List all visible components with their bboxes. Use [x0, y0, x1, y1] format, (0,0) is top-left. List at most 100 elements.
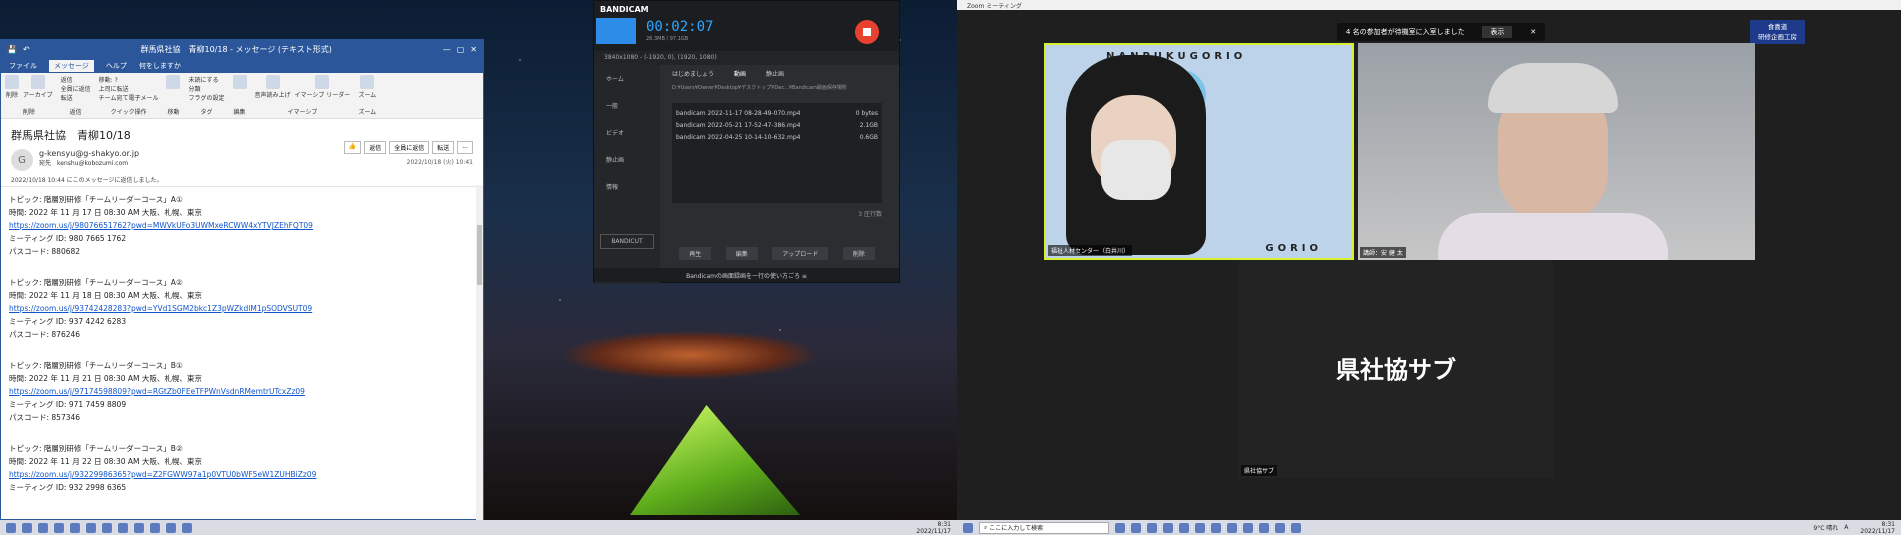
- ime-indicator[interactable]: A: [1844, 524, 1848, 531]
- zoom-meeting-window: Zoom ミーティング 4 名の参加者が待機室に入室しました 表示 ✕ 食喜道 …: [957, 0, 1901, 535]
- start-icon[interactable]: [963, 522, 973, 533]
- group-move: 移動: [166, 75, 181, 116]
- app-icon[interactable]: [1147, 522, 1157, 533]
- reply-button[interactable]: 返信: [61, 75, 91, 84]
- archive-button[interactable]: アーカイブ: [23, 75, 53, 99]
- search-icon[interactable]: [22, 522, 32, 533]
- tab-video[interactable]: 動画: [734, 69, 746, 78]
- tell-me[interactable]: 何をしますか: [139, 61, 181, 71]
- app-icon[interactable]: [86, 522, 96, 533]
- save-icon[interactable]: 💾: [7, 45, 17, 54]
- forward-action[interactable]: 転送: [432, 141, 455, 154]
- app-icon[interactable]: [1259, 522, 1269, 533]
- waiting-room-text: 4 名の参加者が待機室に入室しました: [1345, 28, 1465, 36]
- taskbar-right: ⌕ ここに入力して検索 9°C 晴れ A 8:31 2022/11/17: [957, 520, 1901, 535]
- close-button[interactable]: ✕: [470, 45, 477, 54]
- upload-button[interactable]: アップロード: [772, 247, 829, 260]
- move-icon[interactable]: [166, 75, 181, 89]
- app-icon[interactable]: [166, 522, 176, 533]
- app-icon[interactable]: [182, 522, 192, 533]
- delete-button[interactable]: 削除: [842, 247, 875, 260]
- app-icon[interactable]: [1227, 522, 1237, 533]
- stop-record-button[interactable]: [855, 20, 879, 44]
- app-icon[interactable]: [1211, 522, 1221, 533]
- quickstep-team[interactable]: チーム宛て電子メール: [99, 93, 159, 102]
- bandicam-footer[interactable]: Bandicamの画面録画をー行の使い方ごろ ≡: [594, 268, 899, 282]
- taskbar-clock[interactable]: 8:31 2022/11/17: [1860, 521, 1895, 535]
- quickstep-manager[interactable]: 上司に転送: [99, 84, 159, 93]
- sidebar-item-about[interactable]: 情報: [594, 173, 660, 200]
- file-row[interactable]: bandicam 2022-11-17 08-28-49-070.mp4 0 by…: [676, 107, 878, 119]
- scrollbar[interactable]: [476, 185, 483, 520]
- tab-getting-started[interactable]: はじめましょう: [672, 69, 714, 78]
- maximize-button[interactable]: ▢: [457, 45, 465, 54]
- unread-button[interactable]: 未読にする: [188, 75, 224, 84]
- bandicut-button[interactable]: BANDICUT: [600, 234, 654, 249]
- taskbar-clock[interactable]: 8:31 2022/11/17: [916, 521, 951, 535]
- app-icon[interactable]: [1131, 522, 1141, 533]
- recipient-address[interactable]: kenshu@kobozumi.com: [57, 160, 128, 167]
- app-icon[interactable]: [1291, 522, 1301, 533]
- meeting-link[interactable]: https://zoom.us/j/93742428283?pwd=YVd1SG…: [9, 302, 475, 315]
- meeting-link[interactable]: https://zoom.us/j/93229986365?pwd=Z2FGWW…: [9, 468, 475, 481]
- screen-mode-button[interactable]: [596, 18, 636, 44]
- meeting-link[interactable]: https://zoom.us/j/97174598809?pwd=RGtZb0…: [9, 385, 475, 398]
- show-waiting-button[interactable]: 表示: [1482, 26, 1513, 38]
- sender-address[interactable]: g-kensyu@g-shakyo.or.jp: [39, 149, 139, 158]
- reply-all-action[interactable]: 全員に返信: [389, 141, 430, 154]
- meeting-link[interactable]: https://zoom.us/j/98076651762?pwd=MWVkUF…: [9, 219, 475, 232]
- tab-file[interactable]: ファイル: [9, 61, 37, 71]
- video-tile[interactable]: NANPUKUGORIO GORIO 福祉人材センター（白井川）: [1044, 43, 1354, 260]
- sidebar-item-image[interactable]: 静止画: [594, 146, 660, 173]
- app-icon[interactable]: [1179, 522, 1189, 533]
- search-input[interactable]: ⌕ ここに入力して検索: [979, 521, 1109, 534]
- file-row[interactable]: bandicam 2022-04-25 10-14-10-632.mp4 0.6G…: [676, 131, 878, 143]
- delete-button[interactable]: 削除: [5, 75, 19, 99]
- more-action[interactable]: ...: [457, 141, 473, 154]
- reply-action[interactable]: 返信: [364, 141, 387, 154]
- edit-icon[interactable]: [232, 75, 247, 89]
- tab-help[interactable]: ヘルプ: [106, 61, 127, 71]
- video-tile[interactable]: 講師：安 健 太: [1358, 43, 1755, 260]
- app-icon[interactable]: [134, 522, 144, 533]
- app-icon[interactable]: [54, 522, 64, 533]
- app-icon[interactable]: [1163, 522, 1173, 533]
- app-icon[interactable]: [1243, 522, 1253, 533]
- sidebar-item-video[interactable]: ビデオ: [594, 119, 660, 146]
- zoom-button[interactable]: ズーム: [358, 75, 376, 99]
- app-icon[interactable]: [102, 522, 112, 533]
- app-icon[interactable]: [1195, 522, 1205, 533]
- app-icon[interactable]: [118, 522, 128, 533]
- close-icon[interactable]: ✕: [1530, 28, 1536, 36]
- file-row[interactable]: bandicam 2022-05-21 17-52-47-386.mp4 2.1G…: [676, 119, 878, 131]
- reply-all-button[interactable]: 全員に返信: [61, 84, 91, 93]
- meeting-block: トピック: 階層別研修「チームリーダーコース」B① 時間: 2022 年 11 月…: [9, 359, 475, 424]
- like-icon[interactable]: 👍: [343, 141, 362, 154]
- edit-button[interactable]: 編集: [725, 247, 758, 260]
- video-tile[interactable]: 県社協サブ 県社協サブ: [1239, 260, 1553, 478]
- app-icon[interactable]: [150, 522, 160, 533]
- waiting-room-banner: 4 名の参加者が待機室に入室しました 表示 ✕: [1337, 23, 1545, 41]
- quickstep-move[interactable]: 移動: ?: [99, 75, 159, 84]
- immersive-reader-button[interactable]: イマーシブ リーダー: [295, 75, 350, 99]
- minimize-button[interactable]: —: [443, 45, 451, 54]
- flag-button[interactable]: フラグの設定: [188, 93, 224, 102]
- sidebar-item-general[interactable]: 一般: [594, 92, 660, 119]
- sidebar-item-home[interactable]: ホーム: [594, 65, 660, 92]
- weather[interactable]: 9°C 晴れ: [1813, 523, 1838, 532]
- categorize-button[interactable]: 分類: [188, 84, 224, 93]
- app-icon[interactable]: [1275, 522, 1285, 533]
- app-icon[interactable]: [70, 522, 80, 533]
- app-icon[interactable]: [1115, 522, 1125, 533]
- read-aloud-button[interactable]: 音声読み上げ: [255, 75, 291, 99]
- participant-name: 講師：安 健 太: [1360, 247, 1406, 258]
- tab-message[interactable]: メッセージ: [49, 60, 94, 72]
- start-icon[interactable]: [6, 522, 16, 533]
- tab-image[interactable]: 静止画: [766, 69, 784, 78]
- undo-icon[interactable]: ↶: [23, 45, 30, 54]
- play-button[interactable]: 再生: [679, 247, 712, 260]
- scrollbar-thumb[interactable]: [477, 225, 482, 285]
- participant-display-name: 県社協サブ: [1336, 356, 1456, 384]
- app-icon[interactable]: [38, 522, 48, 533]
- forward-button[interactable]: 転送: [61, 93, 91, 102]
